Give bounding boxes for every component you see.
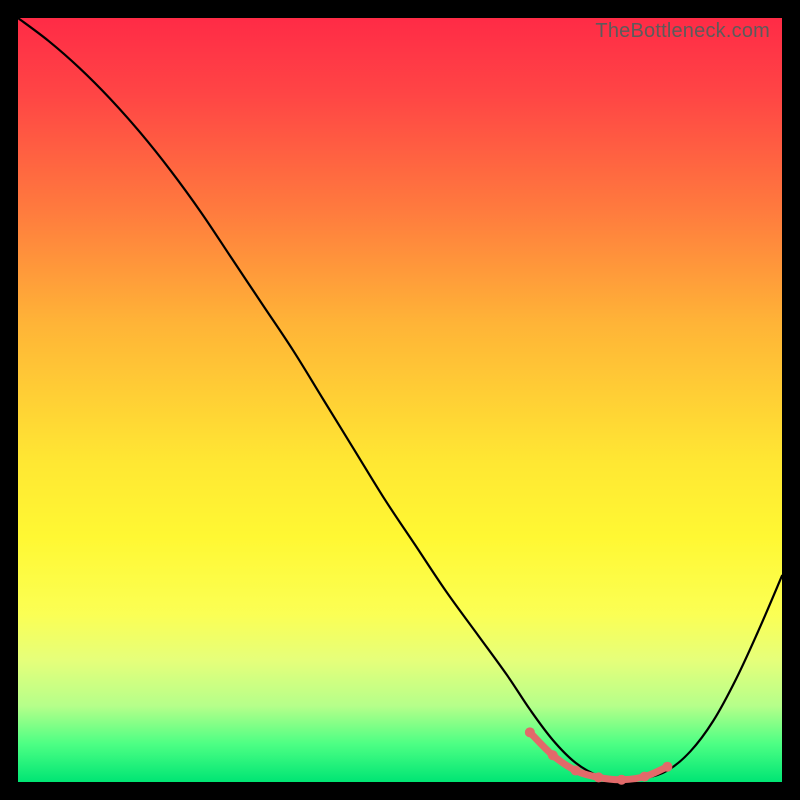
optimal-range-point	[662, 762, 672, 772]
optimal-range-point	[571, 766, 581, 776]
chart-plot-area: TheBottleneck.com	[18, 18, 782, 782]
optimal-range-point	[617, 775, 627, 785]
bottleneck-curve	[18, 18, 782, 781]
optimal-range-point	[594, 772, 604, 782]
optimal-range-highlight	[525, 727, 673, 784]
optimal-range-point	[639, 772, 649, 782]
chart-svg	[18, 18, 782, 782]
optimal-range-point	[525, 727, 535, 737]
optimal-range-point	[548, 750, 558, 760]
